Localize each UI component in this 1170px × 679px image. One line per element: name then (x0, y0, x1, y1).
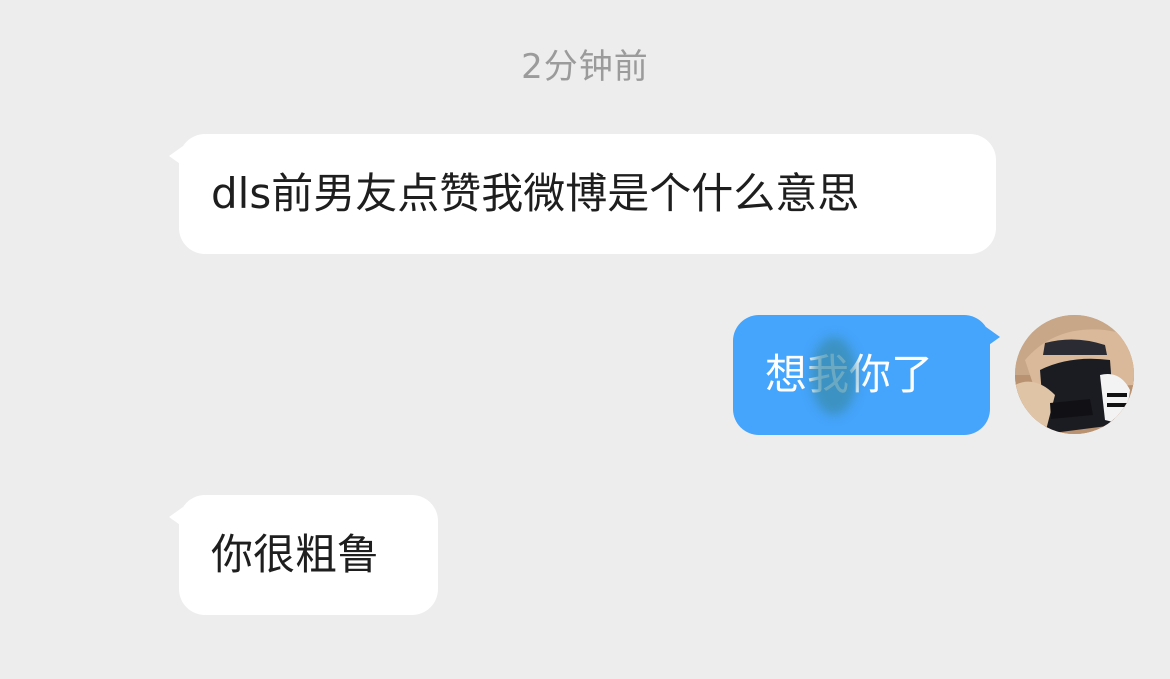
bubble-tail (169, 507, 183, 527)
message-text: dls前男友点赞我微博是个什么意思 (211, 169, 860, 218)
avatar-photo (1015, 315, 1134, 434)
incoming-message-bubble[interactable]: 你很粗鲁 (169, 495, 438, 615)
incoming-message-bubble[interactable]: dls前男友点赞我微博是个什么意思 (169, 134, 996, 254)
outgoing-message-bubble[interactable]: 想我你了 (733, 315, 1000, 435)
redaction-smudge (811, 337, 857, 415)
bubble-tail (986, 327, 1000, 347)
chat-timestamp: 2分钟前 (521, 47, 649, 87)
user-avatar-icon[interactable] (1015, 315, 1134, 434)
message-text: 你很粗鲁 (211, 530, 380, 579)
bubble-tail (169, 146, 183, 166)
